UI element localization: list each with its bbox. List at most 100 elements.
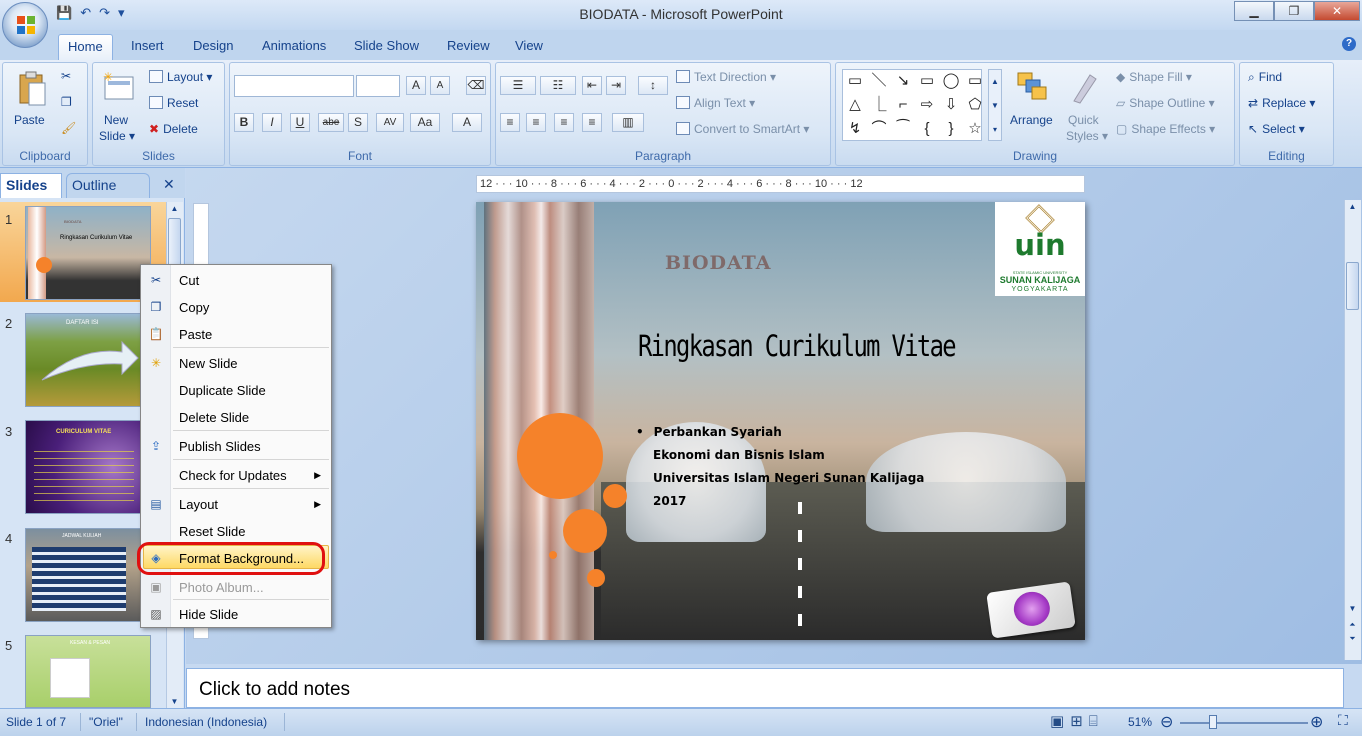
notes-pane[interactable]: Click to add notes: [186, 668, 1344, 708]
slide-canvas[interactable]: BIODATA Ringkasan Curikulum Vitae • Perba…: [476, 202, 1085, 640]
previous-slide-icon[interactable]: ⏶: [1346, 620, 1359, 630]
bullets-icon[interactable]: ☰: [500, 76, 536, 95]
tab-review[interactable]: Review: [447, 38, 490, 53]
font-name-input[interactable]: [234, 75, 354, 97]
shape-option-icon[interactable]: ⇩: [939, 94, 963, 118]
underline-button[interactable]: U: [290, 113, 310, 132]
shape-option-icon[interactable]: ↯: [843, 118, 867, 142]
slide-thumbnail-5[interactable]: KESAN & PESAN: [25, 635, 151, 708]
line-spacing-icon[interactable]: ↕: [638, 76, 668, 95]
shape-option-icon[interactable]: ☆: [963, 118, 987, 142]
tab-slide-show[interactable]: Slide Show: [354, 38, 419, 53]
zoom-slider-thumb[interactable]: [1209, 715, 1217, 729]
align-center-icon[interactable]: ≡: [526, 113, 546, 132]
zoom-in-icon[interactable]: ⊕: [1310, 712, 1323, 732]
tab-animations[interactable]: Animations: [262, 38, 326, 53]
fit-to-window-icon[interactable]: ⛶: [1338, 712, 1348, 729]
italic-button[interactable]: I: [262, 113, 282, 132]
grow-font-button[interactable]: A: [406, 76, 426, 95]
cut-icon[interactable]: ✂: [61, 69, 71, 83]
slide-thumbnail-3[interactable]: CURICULUM VITAE: [25, 420, 151, 514]
zoom-level[interactable]: 51%: [1128, 715, 1152, 729]
scroll-down-icon[interactable]: ▼: [1346, 604, 1359, 613]
align-text-button[interactable]: Align Text ▾: [676, 96, 755, 110]
slide-heading[interactable]: BIODATA: [665, 252, 772, 274]
columns-icon[interactable]: ▥: [612, 113, 644, 132]
shape-option-icon[interactable]: ⎿: [867, 94, 891, 118]
tab-outline[interactable]: Outline: [66, 173, 150, 198]
menu-item-duplicate-slide[interactable]: Duplicate Slide: [179, 383, 266, 398]
shape-fill-button[interactable]: ◆ Shape Fill ▾: [1116, 70, 1192, 84]
shape-option-icon[interactable]: ↘: [891, 70, 915, 94]
tab-view[interactable]: View: [515, 38, 543, 53]
save-icon[interactable]: 💾: [56, 5, 72, 21]
menu-item-reset-slide[interactable]: Reset Slide: [179, 524, 245, 539]
convert-smartart-button[interactable]: Convert to SmartArt ▾: [676, 122, 809, 136]
select-button[interactable]: ↖ Select ▾: [1248, 122, 1305, 136]
slide-title[interactable]: Ringkasan Curikulum Vitae: [638, 329, 957, 363]
quick-styles-button[interactable]: Quick: [1068, 113, 1099, 127]
slide-thumbnail-4[interactable]: JADWAL KULIAH: [25, 528, 151, 622]
tab-home[interactable]: Home: [58, 34, 113, 61]
slideshow-icon[interactable]: ⌸: [1089, 713, 1104, 730]
undo-icon[interactable]: ↶: [80, 5, 91, 21]
menu-item-layout[interactable]: Layout: [179, 497, 218, 512]
shape-option-icon[interactable]: {: [915, 118, 939, 142]
paste-button[interactable]: Paste: [14, 113, 45, 127]
shape-option-icon[interactable]: ◯: [939, 70, 963, 94]
slide-sorter-icon[interactable]: ⊞: [1070, 713, 1089, 730]
tab-slides[interactable]: Slides: [0, 173, 62, 198]
clear-formatting-icon[interactable]: ⌫: [466, 76, 486, 95]
delete-button[interactable]: ✖ Delete: [149, 122, 198, 136]
shadow-button[interactable]: S: [348, 113, 368, 132]
shape-option-icon[interactable]: ⌐: [891, 94, 915, 118]
language-indicator[interactable]: Indonesian (Indonesia): [145, 715, 267, 729]
scroll-up-icon[interactable]: ▲: [1346, 202, 1359, 211]
shape-option-icon[interactable]: ▭: [915, 70, 939, 94]
menu-item-paste[interactable]: Paste: [179, 327, 212, 342]
uin-logo[interactable]: uin STATE ISLAMIC UNIVERSITY SUNAN KALIJ…: [995, 202, 1085, 296]
new-slide-dropdown[interactable]: Slide ▾: [99, 129, 135, 143]
close-pane-icon[interactable]: ✕: [158, 173, 180, 198]
tab-design[interactable]: Design: [193, 38, 233, 53]
menu-item-copy[interactable]: Copy: [179, 300, 209, 315]
justify-icon[interactable]: ≡: [582, 113, 602, 132]
normal-view-icon[interactable]: ▣: [1050, 713, 1070, 730]
shape-option-icon[interactable]: ⁀: [891, 118, 915, 142]
shape-option-icon[interactable]: ▭: [963, 70, 987, 94]
menu-item-hide-slide[interactable]: Hide Slide: [179, 607, 238, 622]
shape-option-icon[interactable]: ⬠: [963, 94, 987, 118]
shape-option-icon[interactable]: ⌒: [867, 118, 891, 142]
scroll-up-icon[interactable]: ▲: [168, 204, 181, 213]
shapes-gallery[interactable]: ▭ ＼ ↘ ▭ ◯ ▭ △ ⎿ ⌐ ⇨ ⇩ ⬠ ↯ ⌒ ⁀{} ☆: [842, 69, 982, 141]
character-spacing-button[interactable]: AV: [376, 113, 404, 132]
view-buttons[interactable]: ▣⊞⌸: [1050, 712, 1104, 730]
font-color-button[interactable]: A: [452, 113, 482, 132]
menu-item-delete-slide[interactable]: Delete Slide: [179, 410, 249, 425]
shape-option-icon[interactable]: ＼: [867, 70, 891, 94]
close-button[interactable]: ✕: [1314, 1, 1360, 21]
arrange-button[interactable]: Arrange: [1010, 113, 1053, 127]
increase-indent-icon[interactable]: ⇥: [606, 76, 626, 95]
zoom-slider[interactable]: [1180, 722, 1308, 724]
numbering-icon[interactable]: ☷: [540, 76, 576, 95]
new-slide-button[interactable]: New: [104, 113, 128, 127]
reset-button[interactable]: Reset: [149, 96, 198, 110]
menu-item-check-updates[interactable]: Check for Updates: [179, 468, 287, 483]
copy-icon[interactable]: ❐: [61, 95, 72, 109]
strikethrough-button[interactable]: abe: [318, 113, 344, 132]
next-slide-icon[interactable]: ⏷: [1346, 634, 1359, 644]
format-painter-icon[interactable]: 🖌: [61, 121, 76, 135]
quick-styles-dropdown[interactable]: Styles ▾: [1066, 129, 1108, 143]
slide-bullets[interactable]: • Perbankan Syariah Ekonomi dan Bisnis Is…: [636, 421, 924, 513]
find-button[interactable]: ⌕ Find: [1248, 70, 1282, 85]
shape-effects-button[interactable]: ▢ Shape Effects ▾: [1116, 122, 1215, 136]
restore-button[interactable]: ❐: [1274, 1, 1314, 21]
shape-outline-button[interactable]: ▱ Shape Outline ▾: [1116, 96, 1215, 110]
zoom-out-icon[interactable]: ⊖: [1160, 712, 1173, 732]
align-left-icon[interactable]: ≡: [500, 113, 520, 132]
office-button[interactable]: [2, 2, 48, 48]
shapes-gallery-scroll[interactable]: ▲ ▼ ▾: [988, 69, 1002, 141]
menu-item-new-slide[interactable]: New Slide: [179, 356, 238, 371]
replace-button[interactable]: ⇄ Replace ▾: [1248, 96, 1315, 110]
